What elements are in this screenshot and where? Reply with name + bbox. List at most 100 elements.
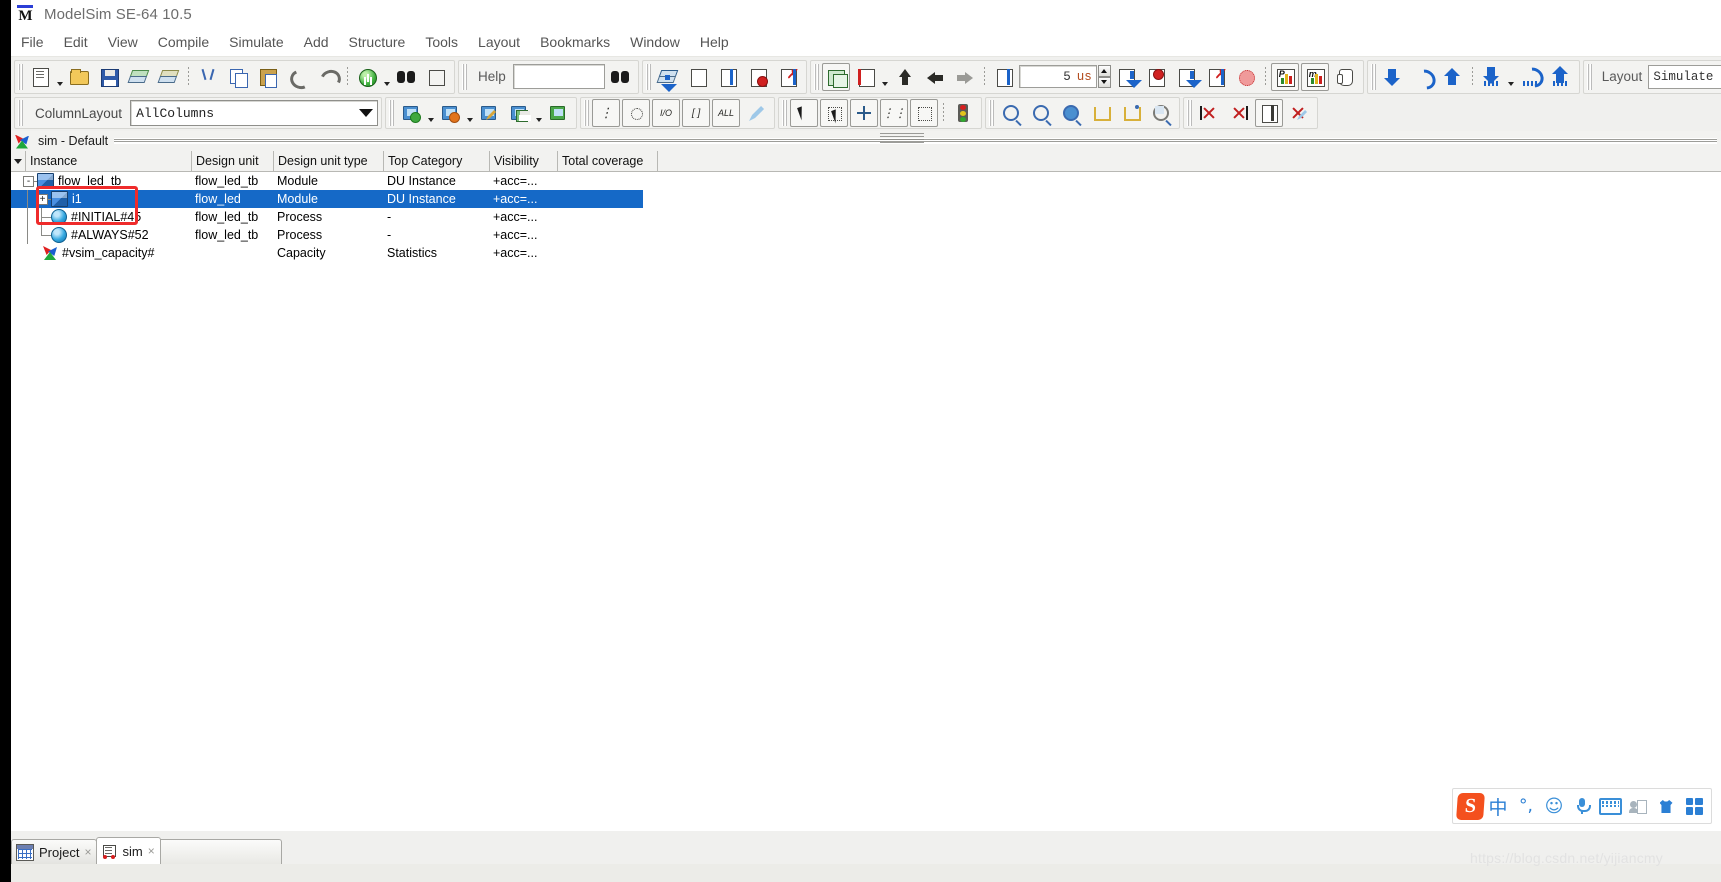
apply-object-icon[interactable]	[544, 99, 572, 127]
zoom-cursor-icon[interactable]	[1117, 99, 1145, 127]
find-icon[interactable]	[392, 63, 420, 91]
signal-icon[interactable]: ⋮	[592, 99, 621, 127]
column-header-instance[interactable]: Instance	[26, 151, 192, 171]
stop-sim-icon[interactable]	[1232, 63, 1260, 91]
tab-sim[interactable]: sim ×	[96, 837, 161, 864]
remove-object-icon[interactable]	[436, 99, 464, 127]
emoji-icon[interactable]: ☺	[1540, 792, 1568, 820]
circle-icon[interactable]	[622, 99, 651, 127]
grid-icon[interactable]	[1255, 99, 1284, 127]
column-header-design-unit[interactable]: Design unit	[192, 151, 274, 171]
open-folder-icon[interactable]	[65, 63, 93, 91]
simulate-new-icon[interactable]	[714, 63, 742, 91]
menu-view[interactable]: View	[98, 31, 148, 53]
column-header-visibility[interactable]: Visibility	[490, 151, 558, 171]
add-object-icon[interactable]	[397, 99, 425, 127]
tab-sim-close-icon[interactable]: ×	[148, 844, 155, 858]
continue-run-icon[interactable]	[1142, 63, 1170, 91]
step-back-icon[interactable]	[921, 63, 949, 91]
compile-all-icon[interactable]	[155, 63, 183, 91]
save-icon[interactable]	[95, 63, 123, 91]
table-row[interactable]: + i1 flow_led Module DU Instance +acc=..…	[11, 190, 643, 208]
table-row[interactable]: #INITIAL#45 flow_led_tb Process - +acc=.…	[11, 208, 643, 226]
column-header-top-category[interactable]: Top Category	[384, 151, 490, 171]
zoom-full-icon[interactable]	[1057, 99, 1085, 127]
column-header-total-coverage[interactable]: Total coverage	[558, 151, 658, 171]
voice-input-icon[interactable]	[1568, 792, 1596, 820]
zoom-in-icon[interactable]	[997, 99, 1025, 127]
memory-icon[interactable]: m	[1300, 62, 1329, 91]
expand-icon[interactable]: +	[37, 194, 48, 205]
traffic-light-icon[interactable]	[949, 99, 977, 127]
move-icon[interactable]	[850, 99, 879, 127]
delete-cursor-icon[interactable]	[1195, 99, 1223, 127]
table-row[interactable]: #ALWAYS#52 flow_led_tb Process - +acc=..…	[11, 226, 643, 244]
layout-combo[interactable]: Simulate	[1648, 64, 1721, 89]
zoom-out-icon[interactable]	[1027, 99, 1055, 127]
menu-help[interactable]: Help	[690, 31, 739, 53]
menu-layout[interactable]: Layout	[468, 31, 530, 53]
run-all-icon[interactable]	[1112, 63, 1142, 91]
toolbar-grip[interactable]	[782, 100, 788, 126]
tree-expander[interactable]: +	[33, 190, 51, 208]
align-icon[interactable]: ⋮⋮	[880, 99, 909, 127]
distribute-icon[interactable]	[910, 99, 939, 127]
run-length-stepper[interactable]	[1097, 65, 1111, 88]
soft-keyboard-icon[interactable]	[1596, 792, 1624, 820]
toolbar-grip[interactable]	[389, 100, 395, 126]
toolbar-grip[interactable]	[1187, 100, 1193, 126]
profile-icon[interactable]: P	[1270, 62, 1299, 91]
table-row[interactable]: - flow_led_tb flow_led_tb Module DU Inst…	[11, 172, 643, 190]
pane-resize-grip[interactable]	[880, 133, 924, 144]
new-file-icon[interactable]	[26, 63, 54, 91]
add-wave-dropdown-icon[interactable]	[382, 60, 391, 94]
save-object-dropdown-icon[interactable]	[534, 96, 543, 130]
skin-icon[interactable]	[1652, 792, 1680, 820]
run-length-input[interactable]: 5 us	[1018, 65, 1097, 88]
wipe-icon[interactable]	[742, 99, 770, 127]
bracket-icon[interactable]: [ ]	[682, 99, 711, 127]
cut-icon[interactable]	[194, 63, 222, 91]
run-length-icon[interactable]	[990, 63, 1018, 91]
user-icon[interactable]	[1624, 792, 1652, 820]
columnlayout-combo[interactable]: AllColumns	[130, 100, 379, 126]
zoom-last-icon[interactable]	[1147, 99, 1175, 127]
select-cursor-icon[interactable]	[790, 99, 819, 127]
delete-all-cursor-icon[interactable]	[1225, 99, 1253, 127]
run-icon[interactable]	[852, 63, 880, 91]
expand-collapse-icon[interactable]	[422, 63, 450, 91]
menu-window[interactable]: Window	[620, 31, 690, 53]
copy-icon[interactable]	[224, 63, 252, 91]
simulate-run-icon[interactable]	[744, 63, 772, 91]
compile-design-icon[interactable]	[654, 63, 682, 92]
redo-icon[interactable]	[314, 63, 344, 92]
step-over-icon[interactable]	[1409, 63, 1440, 94]
step-into-icon[interactable]	[1379, 63, 1407, 91]
tab-project-close-icon[interactable]: ×	[84, 845, 91, 859]
toolbox-icon[interactable]	[1680, 792, 1708, 820]
toolbar-grip[interactable]	[1586, 63, 1592, 90]
toolbar-grip[interactable]	[645, 63, 651, 90]
menu-edit[interactable]: Edit	[54, 31, 98, 53]
edit-object-icon[interactable]	[475, 99, 503, 127]
select-region-icon[interactable]	[820, 99, 849, 127]
punctuation-icon[interactable]: °,	[1512, 792, 1540, 820]
sogou-logo-icon[interactable]: S	[1455, 792, 1485, 820]
tab-project[interactable]: Project ×	[11, 839, 98, 864]
step-into-dropdown-icon[interactable]	[1507, 60, 1516, 94]
run-next-icon[interactable]	[1172, 63, 1202, 91]
toolbar-grip[interactable]	[18, 100, 23, 126]
simulate-stop-icon[interactable]: ✗	[774, 63, 802, 91]
remove-object-dropdown-icon[interactable]	[465, 96, 474, 130]
table-row[interactable]: #vsim_capacity# Capacity Statistics +acc…	[11, 244, 643, 262]
menu-compile[interactable]: Compile	[148, 31, 219, 53]
zoom-range-icon[interactable]	[1087, 99, 1115, 127]
add-wave-icon[interactable]	[353, 63, 381, 91]
menu-add[interactable]: Add	[294, 31, 339, 53]
undo-icon[interactable]	[284, 63, 314, 92]
toolbar-grip[interactable]	[18, 63, 23, 90]
simulate-question-icon[interactable]	[684, 63, 712, 91]
help-input[interactable]	[512, 64, 605, 89]
run-dropdown-icon[interactable]	[881, 60, 890, 94]
step-out-icon[interactable]	[1439, 63, 1467, 91]
